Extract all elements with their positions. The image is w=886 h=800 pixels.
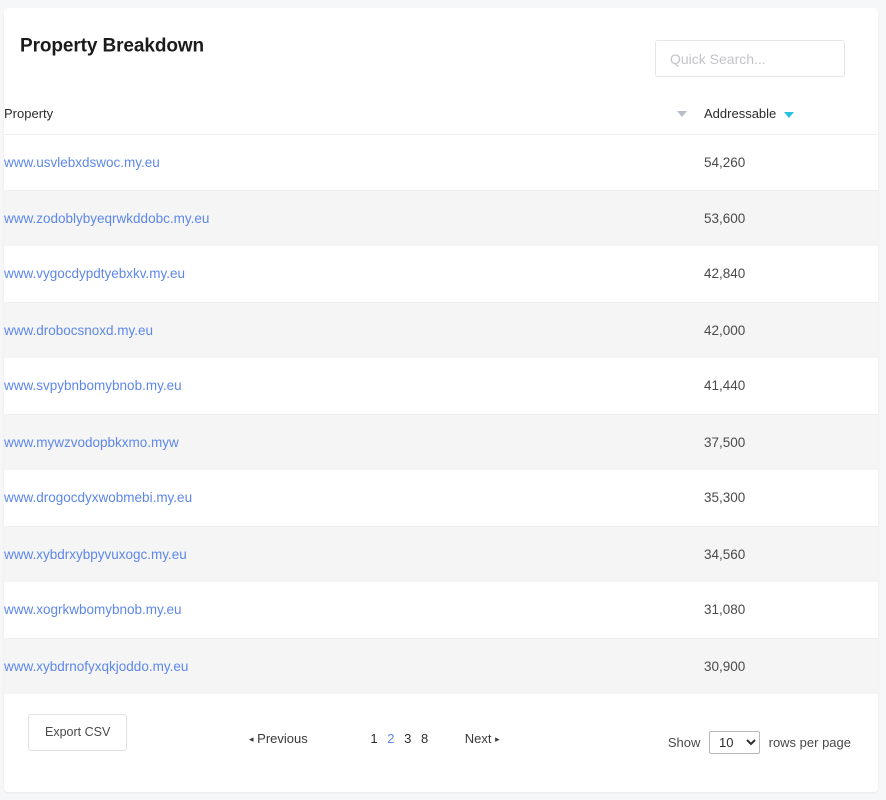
cell-addressable: 35,300 [704,490,746,506]
pagination: ◂ Previous 1 2 3 8 Next ▸ [249,731,500,746]
cell-addressable: 30,900 [704,658,746,674]
column-header-addressable-label: Addressable [704,106,777,122]
cell-addressable: 53,600 [704,210,746,226]
search-input[interactable] [655,40,845,77]
cell-addressable: 41,440 [704,378,746,394]
cell-property: www.zodoblybyeqrwkddobc.my.eu [4,190,704,246]
cell-addressable: 34,560 [704,546,746,562]
next-page-label: Next [464,731,492,746]
cell-property: www.svpybnbomybnob.my.eu [4,358,704,414]
rows-per-page-select[interactable]: 102550100 [708,731,760,754]
card-footer: Export CSV ◂ Previous 1 2 3 8 Next ▸ Sho… [4,694,878,782]
page-title: Property Breakdown [20,35,205,57]
property-link[interactable]: www.drobocsnoxd.my.eu [4,323,153,338]
export-csv-button[interactable]: Export CSV [28,714,128,751]
table-row[interactable]: www.xybdrxybpyvuxogc.my.eu 34,560 [4,526,878,582]
property-link[interactable]: www.xybdrxybpyvuxogc.my.eu [4,547,187,562]
property-breakdown-card: Property Breakdown Property Addressable … [4,8,878,792]
table-row[interactable]: www.xogrkwbomybnob.my.eu 31,080 [4,582,878,638]
property-link[interactable]: www.usvlebxdswoc.my.eu [4,155,160,170]
cell-property: www.mywzvodopbkxmo.myw [4,414,704,470]
next-page-link[interactable]: Next ▸ [465,731,500,746]
cell-property: www.xybdrnofyxqkjoddo.my.eu [4,638,704,694]
page-number-3[interactable]: 3 [404,731,411,746]
arrow-left-icon: ◂ [249,734,254,744]
card-header: Property Breakdown [4,8,878,94]
rows-per-page-label: rows per page [768,735,851,750]
property-link[interactable]: www.xybdrnofyxqkjoddo.my.eu [4,659,188,674]
property-table: Property Addressable www.usvlebxdswoc.my… [4,94,878,694]
property-link[interactable]: www.drogocdyxwobmebi.my.eu [4,490,192,505]
page-number-1[interactable]: 1 [370,731,377,746]
column-header-property[interactable]: Property [4,94,704,135]
table-body: www.usvlebxdswoc.my.eu 54,260 www.zodobl… [4,134,878,694]
table-row[interactable]: www.mywzvodopbkxmo.myw 37,500 [4,414,878,470]
table-row[interactable]: www.svpybnbomybnob.my.eu 41,440 [4,358,878,414]
table-row[interactable]: www.vygocdypdtyebxkv.my.eu 42,840 [4,246,878,302]
table-row[interactable]: www.drogocdyxwobmebi.my.eu 35,300 [4,470,878,526]
page-number-2[interactable]: 2 [387,731,394,746]
table-row[interactable]: www.xybdrnofyxqkjoddo.my.eu 30,900 [4,638,878,694]
cell-property: www.drobocsnoxd.my.eu [4,302,704,358]
chevron-down-icon[interactable] [677,110,687,117]
chevron-down-icon[interactable] [783,111,794,118]
table-row[interactable]: www.zodoblybyeqrwkddobc.my.eu 53,600 [4,190,878,246]
table-row[interactable]: www.usvlebxdswoc.my.eu 54,260 [4,134,878,190]
page-number-8[interactable]: 8 [421,731,428,746]
column-header-property-label: Property [4,106,54,122]
show-label: Show [667,735,701,750]
property-link[interactable]: www.xogrkwbomybnob.my.eu [4,602,182,617]
property-link[interactable]: www.vygocdypdtyebxkv.my.eu [4,266,185,281]
cell-property: www.usvlebxdswoc.my.eu [4,134,704,190]
table-head: Property Addressable [4,94,878,135]
column-header-addressable[interactable]: Addressable [704,94,878,135]
table-header-row: Property Addressable [4,94,878,135]
arrow-right-icon: ▸ [495,734,500,744]
cell-property: www.vygocdypdtyebxkv.my.eu [4,246,704,302]
cell-property: www.xybdrxybpyvuxogc.my.eu [4,526,704,582]
cell-property: www.drogocdyxwobmebi.my.eu [4,470,704,526]
property-link[interactable]: www.mywzvodopbkxmo.myw [4,435,179,450]
cell-property: www.xogrkwbomybnob.my.eu [4,582,704,638]
cell-addressable: 42,000 [704,322,746,338]
rows-per-page-control: Show 102550100 rows per page [668,731,851,754]
page-number-list: 1 2 3 8 [367,731,431,746]
cell-addressable: 54,260 [704,154,746,170]
previous-page-label: Previous [257,731,308,746]
cell-addressable: 31,080 [704,602,746,618]
previous-page-link[interactable]: ◂ Previous [249,731,308,746]
cell-addressable: 42,840 [704,266,746,282]
cell-addressable: 37,500 [704,434,746,450]
table-row[interactable]: www.drobocsnoxd.my.eu 42,000 [4,302,878,358]
property-link[interactable]: www.zodoblybyeqrwkddobc.my.eu [4,211,209,226]
property-link[interactable]: www.svpybnbomybnob.my.eu [4,378,182,393]
